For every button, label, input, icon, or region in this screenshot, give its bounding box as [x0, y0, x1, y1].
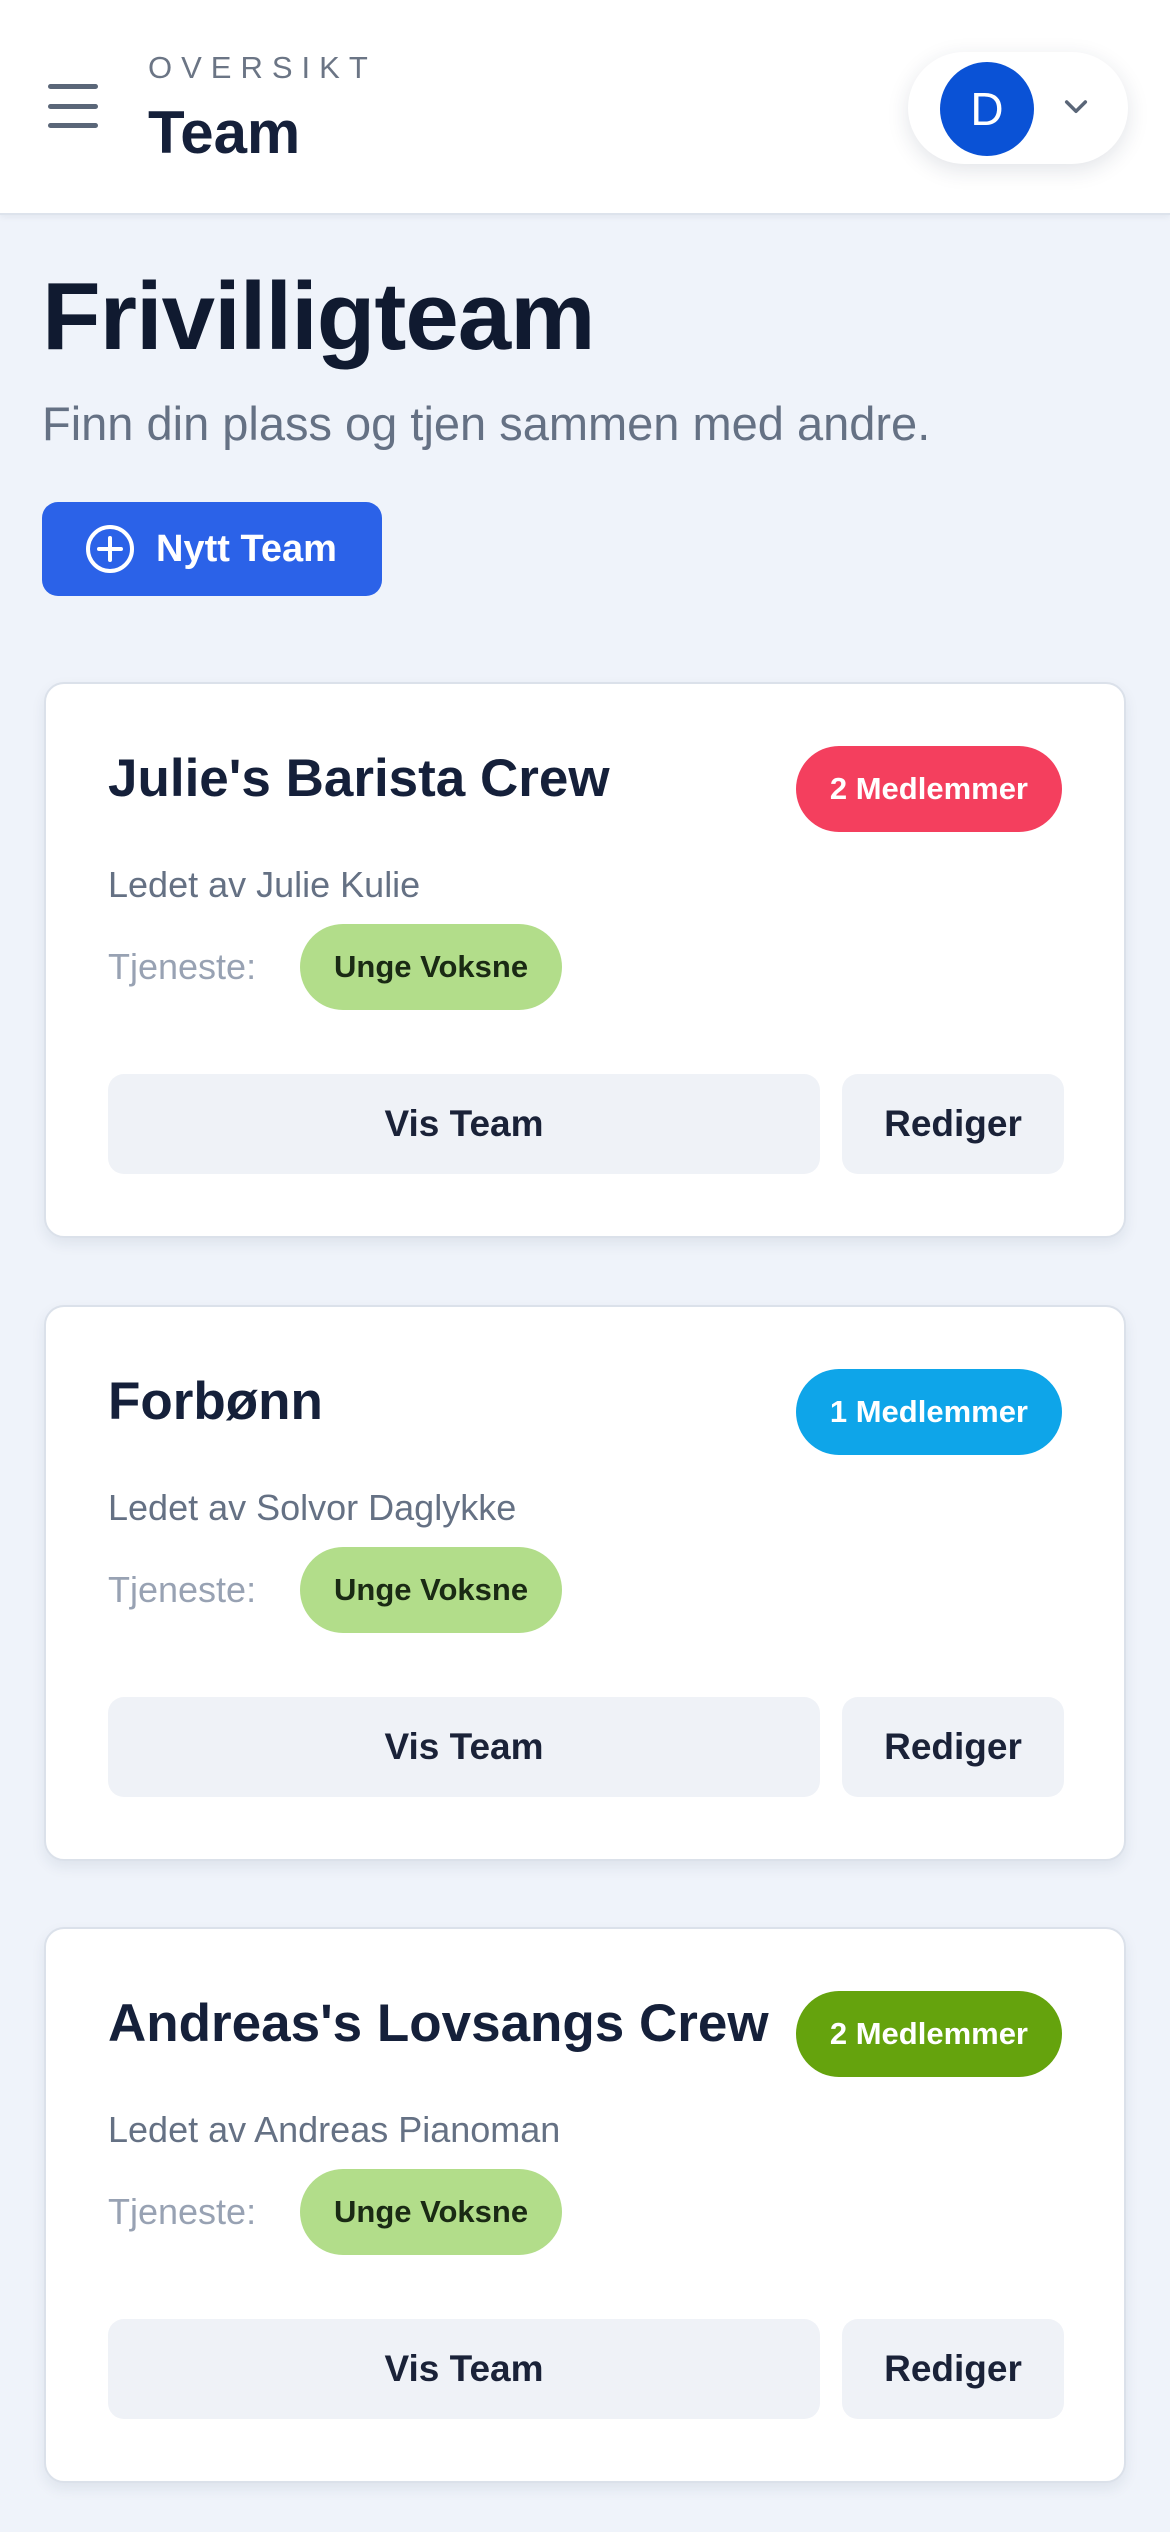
hamburger-menu-icon[interactable]: [44, 80, 102, 132]
team-card: Andreas's Lovsangs Crew 2 Medlemmer Lede…: [44, 1927, 1126, 2483]
header-eyebrow: OVERSIKT: [148, 50, 377, 85]
edit-team-button[interactable]: Rediger: [842, 1697, 1064, 1797]
team-card: Forbønn 1 Medlemmer Ledet av Solvor Dagl…: [44, 1305, 1126, 1861]
members-badge: 1 Medlemmer: [795, 1369, 1062, 1455]
service-tag: Unge Voksne: [300, 2169, 563, 2255]
chevron-down-icon: [1064, 100, 1088, 114]
view-team-button[interactable]: Vis Team: [108, 1697, 820, 1797]
new-team-button-label: Nytt Team: [156, 527, 337, 570]
plus-circle-icon: [86, 525, 134, 573]
service-tag: Unge Voksne: [300, 924, 563, 1010]
team-card: Julie's Barista Crew 2 Medlemmer Ledet a…: [44, 682, 1126, 1238]
team-leader: Ledet av Andreas Pianoman: [108, 2109, 561, 2150]
members-badge: 2 Medlemmer: [795, 746, 1062, 832]
page-subtitle: Finn din plass og tjen sammen med andre.: [42, 397, 931, 450]
service-label: Tjeneste:: [108, 2191, 257, 2232]
app-header: OVERSIKT Team D: [0, 0, 1170, 215]
view-team-button[interactable]: Vis Team: [108, 1074, 820, 1174]
team-name: Julie's Barista Crew: [108, 749, 610, 808]
edit-team-button[interactable]: Rediger: [842, 1074, 1064, 1174]
service-label: Tjeneste:: [108, 946, 257, 987]
team-leader: Ledet av Solvor Daglykke: [108, 1487, 517, 1528]
page-title: Frivilligteam: [42, 263, 595, 370]
service-label: Tjeneste:: [108, 1569, 257, 1610]
team-name: Forbønn: [108, 1372, 323, 1431]
user-menu-button[interactable]: D: [908, 52, 1128, 164]
view-team-button[interactable]: Vis Team: [108, 2319, 820, 2419]
members-badge: 2 Medlemmer: [795, 1991, 1062, 2077]
team-leader: Ledet av Julie Kulie: [108, 864, 421, 905]
service-tag: Unge Voksne: [300, 1547, 563, 1633]
team-name: Andreas's Lovsangs Crew: [108, 1994, 769, 2053]
avatar: D: [940, 62, 1034, 156]
edit-team-button[interactable]: Rediger: [842, 2319, 1064, 2419]
new-team-button[interactable]: Nytt Team: [42, 502, 382, 596]
header-title: Team: [148, 99, 301, 166]
